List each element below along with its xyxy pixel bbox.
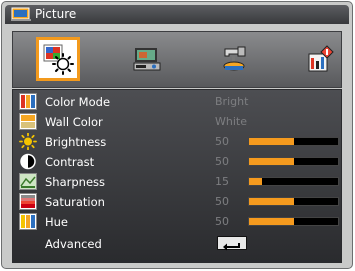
tab-options[interactable] xyxy=(298,37,342,81)
menu-row-contrast[interactable]: Contrast 50 xyxy=(13,152,343,172)
brightness-value: 50 xyxy=(215,135,229,148)
menu-row-sharpness[interactable]: Sharpness 15 xyxy=(13,172,343,192)
setup-icon xyxy=(223,46,246,71)
wall-color-icon xyxy=(19,113,37,130)
brightness-label: Brightness xyxy=(45,135,107,149)
title-bar: Picture xyxy=(5,5,349,24)
osd-window: Picture Color Mode Bright Wall Color Whi… xyxy=(1,1,353,269)
brightness-slider[interactable] xyxy=(248,137,339,146)
saturation-slider[interactable] xyxy=(248,197,339,206)
menu-row-color-mode[interactable]: Color Mode Bright xyxy=(13,92,343,112)
tab-picture[interactable] xyxy=(36,37,80,81)
sharpness-slider[interactable] xyxy=(248,177,339,186)
contrast-icon xyxy=(20,153,36,170)
contrast-slider[interactable] xyxy=(248,157,339,166)
hue-label: Hue xyxy=(45,215,69,229)
enter-icon xyxy=(223,243,240,251)
menu-row-wall-color[interactable]: Wall Color White xyxy=(13,112,343,132)
hue-slider[interactable] xyxy=(248,217,339,226)
tab-setup[interactable] xyxy=(212,37,256,81)
sharpness-value: 15 xyxy=(215,175,229,188)
window-title: Picture xyxy=(35,7,77,21)
saturation-icon xyxy=(19,193,37,210)
wall-color-label: Wall Color xyxy=(45,115,103,129)
menu-row-advanced[interactable]: Advanced xyxy=(13,234,343,254)
brightness-slider-fill xyxy=(249,138,294,145)
menu-row-hue[interactable]: Hue 50 xyxy=(13,212,343,232)
enter-button[interactable] xyxy=(217,236,247,251)
menu-row-brightness[interactable]: Brightness 50 xyxy=(13,132,343,152)
options-icon xyxy=(308,45,334,72)
advanced-label: Advanced xyxy=(45,237,102,251)
hue-icon xyxy=(19,213,37,230)
picture-title-icon xyxy=(11,7,31,22)
sharpness-icon xyxy=(19,173,37,190)
saturation-value: 50 xyxy=(215,195,229,208)
color-mode-icon xyxy=(19,93,37,110)
picture-icon xyxy=(43,44,74,75)
contrast-slider-fill xyxy=(249,158,294,165)
display-icon xyxy=(133,48,161,71)
hue-slider-fill xyxy=(249,218,294,225)
picture-menu-list: Color Mode Bright Wall Color White Brigh… xyxy=(12,89,342,263)
menu-row-saturation[interactable]: Saturation 50 xyxy=(13,192,343,212)
brightness-icon xyxy=(19,133,37,150)
contrast-value: 50 xyxy=(215,155,229,168)
saturation-slider-fill xyxy=(249,198,294,205)
menu-tab-bar xyxy=(12,31,342,88)
sharpness-label: Sharpness xyxy=(45,175,106,189)
contrast-label: Contrast xyxy=(45,155,95,169)
color-mode-label: Color Mode xyxy=(45,95,111,109)
color-mode-value: Bright xyxy=(215,95,249,108)
wall-color-value: White xyxy=(215,115,247,128)
hue-value: 50 xyxy=(215,215,229,228)
saturation-label: Saturation xyxy=(45,195,105,209)
sharpness-slider-fill xyxy=(249,178,263,185)
tab-display[interactable] xyxy=(125,37,169,81)
